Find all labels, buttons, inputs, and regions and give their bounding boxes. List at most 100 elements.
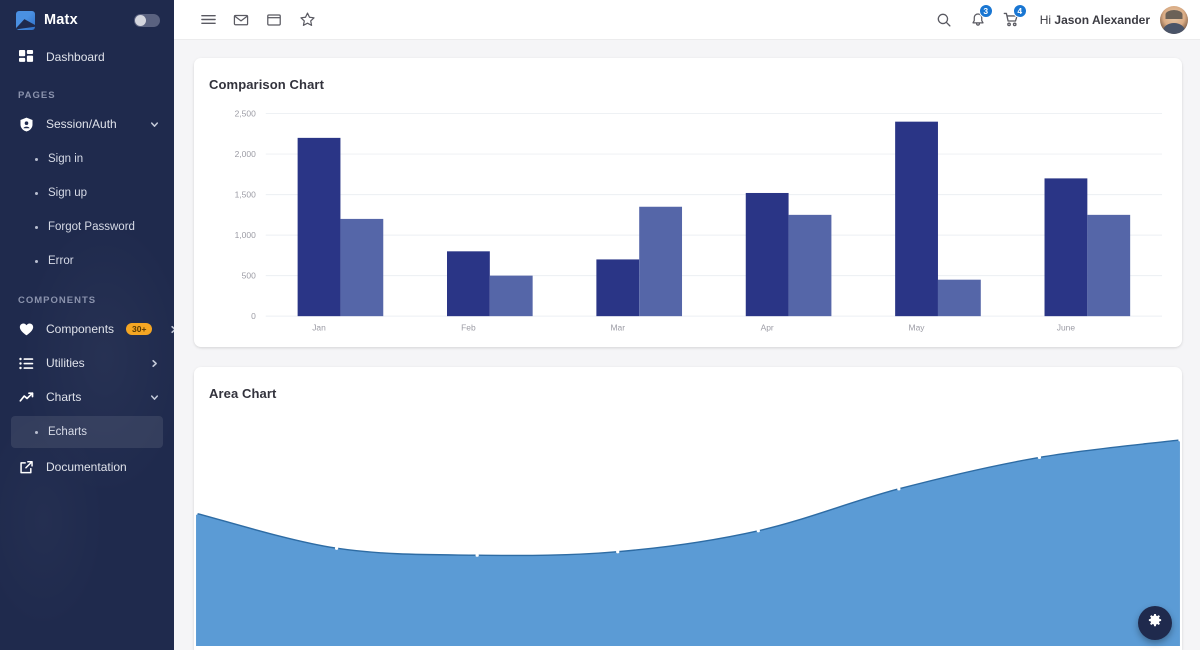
hamburger-menu-button[interactable] <box>192 4 224 36</box>
bullet-icon <box>35 191 38 195</box>
heart-icon <box>18 321 34 337</box>
chevron-down-icon <box>148 119 160 130</box>
data-point[interactable] <box>756 529 760 533</box>
matx-logo-icon <box>16 10 35 30</box>
sidebar-label-session-auth: Session/Auth <box>46 117 117 131</box>
sidebar-item-session-auth[interactable]: Session/Auth <box>0 107 174 141</box>
x-tick-label: Jan <box>312 323 326 333</box>
bar[interactable] <box>1087 214 1131 317</box>
star-icon-button[interactable] <box>291 4 323 36</box>
avatar[interactable] <box>1160 5 1188 34</box>
area-chart-plot[interactable] <box>194 401 1182 650</box>
y-tick-label: 2,500 <box>235 109 257 119</box>
list-icon <box>18 355 34 371</box>
area-chart-title: Area Chart <box>209 386 277 401</box>
data-point[interactable] <box>1178 438 1182 442</box>
bar-gridlines <box>265 113 1163 317</box>
settings-fab-button[interactable] <box>1138 606 1172 640</box>
x-tick-label: Mar <box>611 323 626 333</box>
bar[interactable] <box>489 275 533 317</box>
x-tick-label: June <box>1057 323 1076 333</box>
sidebar-subitem-echarts[interactable]: Echarts <box>11 416 163 448</box>
window-icon-button[interactable] <box>258 4 290 36</box>
sidebar-item-dashboard[interactable]: Dashboard <box>0 40 174 74</box>
mail-icon-button[interactable] <box>225 4 257 36</box>
bar[interactable] <box>297 137 341 317</box>
notifications-button[interactable]: 3 <box>962 3 994 36</box>
sidebar-label-dashboard: Dashboard <box>46 50 105 64</box>
comparison-chart-plot[interactable]: 0 500 1,000 1,500 2,000 2,500 Jan Feb Mar Apr May… <box>194 92 1182 347</box>
toggle-knob <box>135 14 146 26</box>
bullet-icon <box>35 225 38 229</box>
sidebar-label-echarts: Echarts <box>48 426 87 438</box>
sidebar-item-utilities[interactable]: Utilities <box>0 346 174 380</box>
brand-name: Matx <box>44 12 78 28</box>
gear-icon <box>1147 613 1163 634</box>
data-point[interactable] <box>194 511 198 515</box>
sidebar-subitem-error[interactable]: Error <box>11 245 163 277</box>
bar[interactable] <box>447 251 490 317</box>
topbar-left-actions <box>192 4 323 36</box>
comparison-chart-title: Comparison Chart <box>209 77 325 92</box>
x-tick-label: May <box>909 323 926 333</box>
sidebar-item-components[interactable]: Components 30+ <box>0 312 174 346</box>
search-button[interactable] <box>928 4 960 36</box>
bullet-icon <box>35 157 38 161</box>
sidebar-label-utilities: Utilities <box>46 356 85 370</box>
bar[interactable] <box>1044 178 1088 317</box>
bar[interactable] <box>895 121 938 317</box>
y-tick-label: 500 <box>242 271 257 281</box>
data-point[interactable] <box>1037 455 1042 459</box>
bar[interactable] <box>639 206 683 317</box>
bar-chart-svg: 0 500 1,000 1,500 2,000 2,500 Jan Feb Mar Apr May… <box>235 109 1163 333</box>
content-area: Comparison Chart 0 500 1,000 1,500 2,000 2,50… <box>174 40 1200 650</box>
bar-y-axis-labels: 0 500 1,000 1,500 2,000 2,500 <box>235 109 257 321</box>
theme-toggle-switch[interactable] <box>134 13 160 27</box>
data-point[interactable] <box>334 546 339 550</box>
trending-up-icon <box>18 389 34 405</box>
data-point[interactable] <box>475 553 479 557</box>
sidebar-label-error: Error <box>48 255 74 267</box>
bar[interactable] <box>745 192 789 317</box>
external-link-icon <box>18 459 34 475</box>
sidebar-brand: Matx <box>0 0 174 40</box>
sidebar-subitem-sign-up[interactable]: Sign up <box>11 177 163 209</box>
sidebar-item-documentation[interactable]: Documentation <box>0 450 174 484</box>
sidebar-item-charts[interactable]: Charts <box>0 380 174 414</box>
y-tick-label: 0 <box>251 311 256 321</box>
user-name: Jason Alexander <box>1054 12 1150 27</box>
sidebar-subitem-sign-in[interactable]: Sign in <box>11 143 163 175</box>
sidebar-section-pages: PAGES <box>18 90 56 101</box>
data-point[interactable] <box>616 550 620 554</box>
topbar: 3 4 Hi Jason Alexander <box>174 0 1200 40</box>
sidebar-section-components: COMPONENTS <box>18 295 97 306</box>
sidebar-label-sign-up: Sign up <box>48 187 88 199</box>
dashboard-icon <box>18 49 34 65</box>
bar-series-group <box>297 121 1131 317</box>
sidebar-label-forgot-password: Forgot Password <box>48 221 135 233</box>
main-area: 3 4 Hi Jason Alexander Comparison Chart <box>174 0 1200 650</box>
cart-count-badge: 4 <box>1012 3 1027 18</box>
y-tick-label: 2,000 <box>235 149 257 159</box>
greeting-prefix: Hi <box>1039 12 1055 27</box>
bar-x-axis-labels: Jan Feb Mar Apr May June <box>312 323 1075 333</box>
chevron-right-icon <box>148 358 160 369</box>
bullet-icon <box>35 259 38 263</box>
cart-button[interactable]: 4 <box>996 3 1028 36</box>
user-greeting: Hi Jason Alexander <box>1040 13 1150 27</box>
bar[interactable] <box>788 214 832 317</box>
bar[interactable] <box>596 259 640 317</box>
sidebar-subitem-forgot-password[interactable]: Forgot Password <box>11 211 163 243</box>
notification-count-badge: 3 <box>978 3 993 18</box>
data-point[interactable] <box>897 487 901 491</box>
bullet-icon <box>35 430 38 434</box>
sidebar-label-sign-in: Sign in <box>48 153 84 165</box>
sidebar-label-charts: Charts <box>46 390 82 404</box>
bar[interactable] <box>340 218 384 317</box>
y-tick-label: 1,000 <box>235 230 257 240</box>
bar[interactable] <box>937 279 981 317</box>
sidebar-label-components: Components <box>46 322 115 336</box>
x-tick-label: Apr <box>761 323 774 333</box>
chevron-down-icon <box>148 392 160 403</box>
area-chart-svg <box>194 438 1182 647</box>
